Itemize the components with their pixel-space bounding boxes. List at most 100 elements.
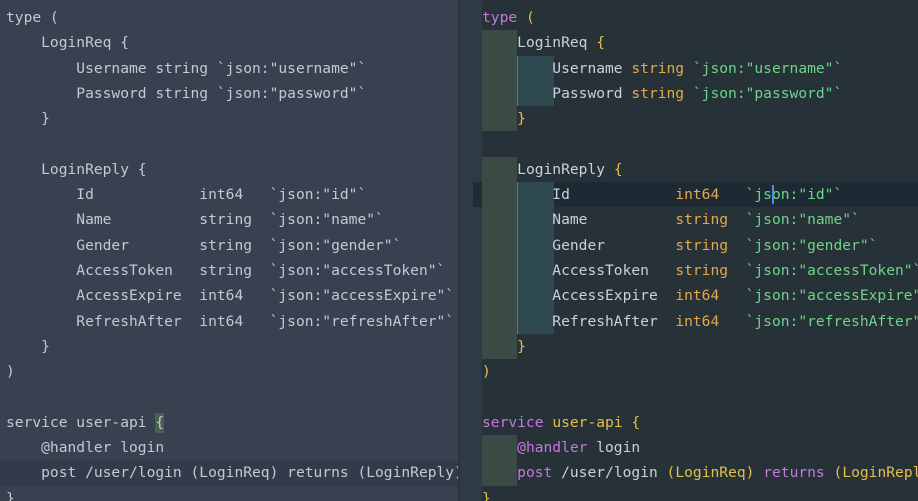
code-line[interactable] bbox=[6, 131, 458, 156]
code-line[interactable]: AccessToken string `json:"accessToken"` bbox=[482, 257, 918, 284]
code-line-text: Gender string `json:"gender"` bbox=[6, 236, 402, 254]
code-line[interactable] bbox=[482, 131, 918, 156]
code-line[interactable]: Id int64 `json:"id"` bbox=[482, 182, 918, 208]
code-token: `json:"gender"` bbox=[745, 236, 878, 254]
code-line-text: AccessToken string `json:"accessToken"` bbox=[6, 261, 446, 279]
code-line[interactable]: LoginReq { bbox=[482, 30, 918, 56]
code-token: `json:"password"` bbox=[692, 84, 843, 102]
code-token: (LoginReply) bbox=[833, 464, 918, 482]
code-line[interactable]: } bbox=[6, 334, 458, 359]
code-line[interactable]: type ( bbox=[482, 5, 918, 30]
syntax-highlighted-editor-pane[interactable]: type ( LoginReq { Username string `json:… bbox=[460, 0, 918, 501]
code-line-text: ) bbox=[482, 363, 491, 380]
code-token: login bbox=[587, 439, 641, 457]
code-token: `json:"accessToken"` bbox=[745, 261, 918, 279]
code-line-text: Id int64 `json:"id"` bbox=[482, 186, 842, 203]
code-token: LoginReq bbox=[517, 34, 597, 52]
code-line-text: post /user/login (LoginReq) returns (Log… bbox=[6, 464, 458, 482]
code-token: `json:"id"` bbox=[745, 186, 843, 204]
code-line[interactable]: AccessExpire int64 `json:"accessExpire"` bbox=[6, 283, 458, 308]
code-line-text: service user-api { bbox=[482, 414, 640, 431]
code-token: string bbox=[675, 211, 729, 229]
code-line[interactable]: Username string `json:"username"` bbox=[482, 55, 918, 81]
code-line[interactable]: LoginReply { bbox=[482, 156, 918, 183]
code-line[interactable]: AccessToken string `json:"accessToken"` bbox=[6, 258, 458, 283]
code-line-text: LoginReq { bbox=[6, 34, 130, 52]
code-line[interactable]: Gender string `json:"gender"` bbox=[482, 232, 918, 258]
code-line-text: ) bbox=[6, 363, 15, 381]
code-line[interactable] bbox=[6, 384, 458, 409]
code-token: Name bbox=[552, 211, 676, 229]
code-line[interactable]: Gender string `json:"gender"` bbox=[6, 233, 458, 258]
code-line[interactable]: @handler login bbox=[482, 435, 918, 461]
code-line[interactable]: @handler login bbox=[6, 435, 458, 460]
code-line[interactable]: service user-api { bbox=[482, 410, 918, 435]
code-line-text: post /user/login (LoginReq) returns (Log… bbox=[482, 464, 918, 481]
code-token: returns bbox=[763, 464, 825, 482]
code-token: string bbox=[631, 59, 685, 77]
code-line-text: Username string `json:"username"` bbox=[482, 60, 842, 77]
code-line-text: } bbox=[6, 337, 50, 355]
code-line[interactable]: } bbox=[482, 106, 918, 132]
code-line-text: AccessExpire int64 `json:"accessExpire"` bbox=[6, 287, 455, 305]
code-line[interactable]: post /user/login (LoginReq) returns (Log… bbox=[482, 460, 918, 486]
code-line[interactable]: RefreshAfter int64 `json:"refreshAfter"` bbox=[6, 309, 458, 334]
code-line[interactable]: LoginReply { bbox=[6, 157, 458, 182]
code-line-text: @handler login bbox=[6, 439, 165, 457]
code-line[interactable]: service user-api { bbox=[6, 410, 458, 435]
code-line[interactable]: LoginReq { bbox=[6, 30, 458, 55]
code-token: ( bbox=[525, 9, 535, 26]
code-line[interactable]: Username string `json:"username"` bbox=[6, 56, 458, 81]
code-line[interactable]: } bbox=[6, 106, 458, 131]
code-line[interactable]: ) bbox=[482, 359, 918, 384]
code-token: Gender bbox=[552, 236, 676, 254]
code-token: { bbox=[613, 160, 623, 178]
code-line-text: Name string `json:"name"` bbox=[482, 211, 860, 228]
code-line-text: service user-api { bbox=[6, 412, 165, 433]
code-line[interactable]: Password string `json:"password"` bbox=[6, 81, 458, 106]
code-line[interactable]: Name string `json:"name"` bbox=[6, 207, 458, 232]
code-line-text: } bbox=[6, 110, 50, 128]
plain-text-editor-pane[interactable]: type ( LoginReq { Username string `json:… bbox=[0, 0, 458, 501]
code-line[interactable] bbox=[482, 384, 918, 409]
code-token: } bbox=[482, 489, 491, 501]
code-line[interactable]: } bbox=[6, 486, 458, 501]
code-line[interactable]: ) bbox=[6, 359, 458, 384]
code-line[interactable]: type ( bbox=[6, 5, 458, 30]
code-line[interactable]: RefreshAfter int64 `json:"refreshAfter"` bbox=[482, 308, 918, 334]
code-line[interactable]: Name string `json:"name"` bbox=[482, 207, 918, 233]
highlighted-code-content[interactable]: type ( LoginReq { Username string `json:… bbox=[460, 0, 918, 501]
code-token: { bbox=[631, 413, 641, 431]
code-token: AccessExpire bbox=[552, 287, 676, 305]
code-line[interactable]: Password string `json:"password"` bbox=[482, 80, 918, 107]
code-line[interactable]: } bbox=[482, 333, 918, 360]
code-line[interactable]: AccessExpire int64 `json:"accessExpire"` bbox=[482, 283, 918, 309]
plain-code-content[interactable]: type ( LoginReq { Username string `json:… bbox=[0, 0, 458, 501]
code-token: int64 bbox=[675, 312, 720, 330]
code-line[interactable]: Id int64 `json:"id"` bbox=[6, 182, 458, 207]
code-token: Username bbox=[552, 59, 632, 77]
code-token: } bbox=[517, 110, 526, 128]
code-line-text: LoginReply { bbox=[482, 160, 623, 178]
code-line-text: RefreshAfter int64 `json:"refreshAfter"` bbox=[6, 312, 455, 330]
code-line-text: Name string `json:"name"` bbox=[6, 211, 384, 229]
code-line-text: type ( bbox=[482, 9, 535, 26]
code-line[interactable]: post /user/login (LoginReq) returns (Log… bbox=[0, 460, 458, 486]
editor-comparison-root: type ( LoginReq { Username string `json:… bbox=[0, 0, 918, 501]
code-line[interactable]: } bbox=[482, 486, 918, 501]
